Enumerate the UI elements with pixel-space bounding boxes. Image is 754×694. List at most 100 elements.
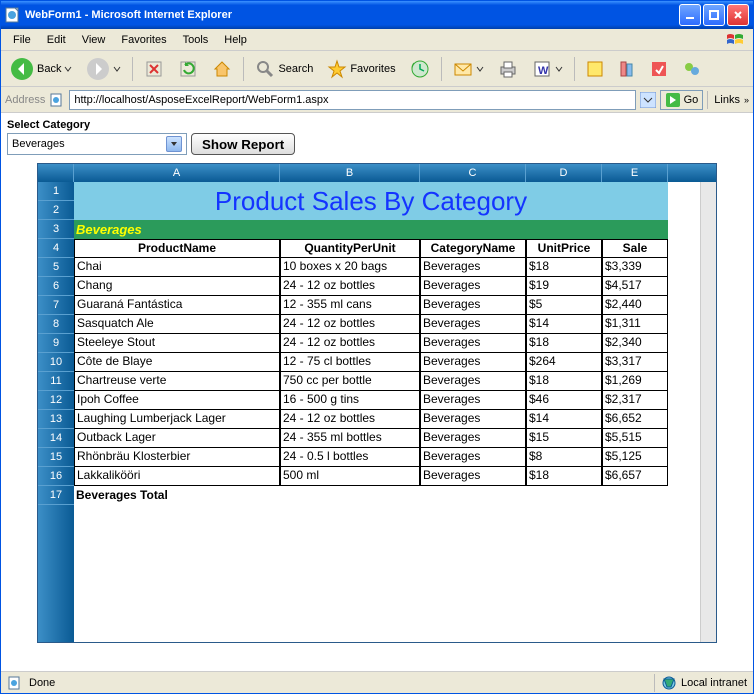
cell[interactable]: $46 [526,391,602,410]
cell[interactable]: $14 [526,410,602,429]
row-header[interactable]: 11 [38,372,74,391]
cell[interactable]: Beverages [420,315,526,334]
cell[interactable]: $18 [526,258,602,277]
cell[interactable]: $3,339 [602,258,668,277]
cell[interactable]: 24 - 12 oz bottles [280,410,420,429]
cell[interactable]: Chang [74,277,280,296]
cell[interactable]: Chai [74,258,280,277]
cell[interactable]: Ipoh Coffee [74,391,280,410]
cell[interactable]: $5 [526,296,602,315]
table-row[interactable]: Côte de Blaye12 - 75 cl bottlesBeverages… [74,353,668,372]
col-header-e[interactable]: E [602,164,668,182]
messenger-button[interactable] [677,55,707,83]
cell[interactable]: $3,317 [602,353,668,372]
col-header-a[interactable]: A [74,164,280,182]
maximize-button[interactable] [703,4,725,26]
cell[interactable]: 12 - 355 ml cans [280,296,420,315]
cell[interactable]: Outback Lager [74,429,280,448]
address-input[interactable] [69,90,635,110]
cell[interactable]: $6,652 [602,410,668,429]
cell[interactable]: 12 - 75 cl bottles [280,353,420,372]
row-header[interactable]: 17 [38,486,74,505]
col-header-d[interactable]: D [526,164,602,182]
cell[interactable]: Beverages [420,448,526,467]
menu-tools[interactable]: Tools [175,32,217,48]
grid-cells[interactable]: Product Sales By Category Beverages Prod… [74,182,700,642]
cell[interactable]: $8 [526,448,602,467]
research-button[interactable] [613,55,641,83]
table-row[interactable]: Sasquatch Ale24 - 12 oz bottlesBeverages… [74,315,668,334]
table-row[interactable]: Chang24 - 12 oz bottlesBeverages$19$4,51… [74,277,668,296]
forward-button[interactable] [81,55,126,83]
table-row[interactable]: Chai10 boxes x 20 bagsBeverages$18$3,339 [74,258,668,277]
chevron-down-icon[interactable] [640,92,656,108]
row-header[interactable]: 15 [38,448,74,467]
cell[interactable]: Beverages [420,429,526,448]
cell[interactable]: 24 - 12 oz bottles [280,334,420,353]
cell[interactable]: Beverages [420,467,526,486]
home-button[interactable] [207,55,237,83]
table-row[interactable]: Lakkalikööri500 mlBeverages$18$6,657 [74,467,668,486]
cell[interactable]: $2,317 [602,391,668,410]
cell[interactable]: $5,125 [602,448,668,467]
cell[interactable]: Sasquatch Ale [74,315,280,334]
cell[interactable]: Lakkalikööri [74,467,280,486]
menu-help[interactable]: Help [216,32,255,48]
menu-view[interactable]: View [74,32,114,48]
show-report-button[interactable]: Show Report [191,133,295,155]
col-header-b[interactable]: B [280,164,420,182]
links-pane[interactable]: Links» [707,91,749,109]
cell[interactable]: 16 - 500 g tins [280,391,420,410]
favorites-button[interactable]: Favorites [322,55,400,83]
history-button[interactable] [405,55,435,83]
table-row[interactable]: Ipoh Coffee16 - 500 g tinsBeverages$46$2… [74,391,668,410]
discuss-button[interactable] [581,55,609,83]
stop-button[interactable] [139,55,169,83]
row-header[interactable]: 5 [38,258,74,277]
category-select[interactable]: Beverages [7,133,187,155]
row-header[interactable]: 16 [38,467,74,486]
row-header[interactable]: 13 [38,410,74,429]
cell[interactable]: $19 [526,277,602,296]
cell[interactable]: Beverages [420,410,526,429]
row-header[interactable]: 9 [38,334,74,353]
col-header-c[interactable]: C [420,164,526,182]
minimize-button[interactable] [679,4,701,26]
cell[interactable]: $4,517 [602,277,668,296]
cell[interactable]: $18 [526,467,602,486]
cell[interactable]: 24 - 12 oz bottles [280,277,420,296]
cell[interactable]: Laughing Lumberjack Lager [74,410,280,429]
table-row[interactable]: Chartreuse verte750 cc per bottleBeverag… [74,372,668,391]
row-header[interactable]: 6 [38,277,74,296]
menu-edit[interactable]: Edit [39,32,74,48]
cell[interactable]: $18 [526,334,602,353]
table-row[interactable]: Guaraná Fantástica12 - 355 ml cansBevera… [74,296,668,315]
extra-button-1[interactable] [645,55,673,83]
grid-corner[interactable] [38,164,74,182]
row-header[interactable]: 12 [38,391,74,410]
cell[interactable]: 24 - 0.5 l bottles [280,448,420,467]
row-header[interactable]: 4 [38,239,74,258]
cell[interactable]: $5,515 [602,429,668,448]
cell[interactable]: $14 [526,315,602,334]
cell[interactable]: Rhönbräu Klosterbier [74,448,280,467]
cell[interactable]: $2,440 [602,296,668,315]
cell[interactable]: Côte de Blaye [74,353,280,372]
menu-favorites[interactable]: Favorites [113,32,174,48]
menu-file[interactable]: File [5,32,39,48]
cell[interactable]: Guaraná Fantástica [74,296,280,315]
row-header[interactable]: 10 [38,353,74,372]
table-row[interactable]: Rhönbräu Klosterbier24 - 0.5 l bottlesBe… [74,448,668,467]
row-header[interactable]: 1 [38,182,74,201]
table-row[interactable]: Laughing Lumberjack Lager24 - 12 oz bott… [74,410,668,429]
go-button[interactable]: Go [660,90,704,110]
mail-button[interactable] [448,55,489,83]
cell[interactable]: Beverages [420,353,526,372]
back-button[interactable]: Back [5,55,77,83]
cell[interactable]: Beverages [420,334,526,353]
cell[interactable]: Beverages [420,372,526,391]
row-header[interactable]: 7 [38,296,74,315]
cell[interactable]: $1,311 [602,315,668,334]
row-header[interactable]: 14 [38,429,74,448]
vertical-scrollbar[interactable] [700,182,716,642]
